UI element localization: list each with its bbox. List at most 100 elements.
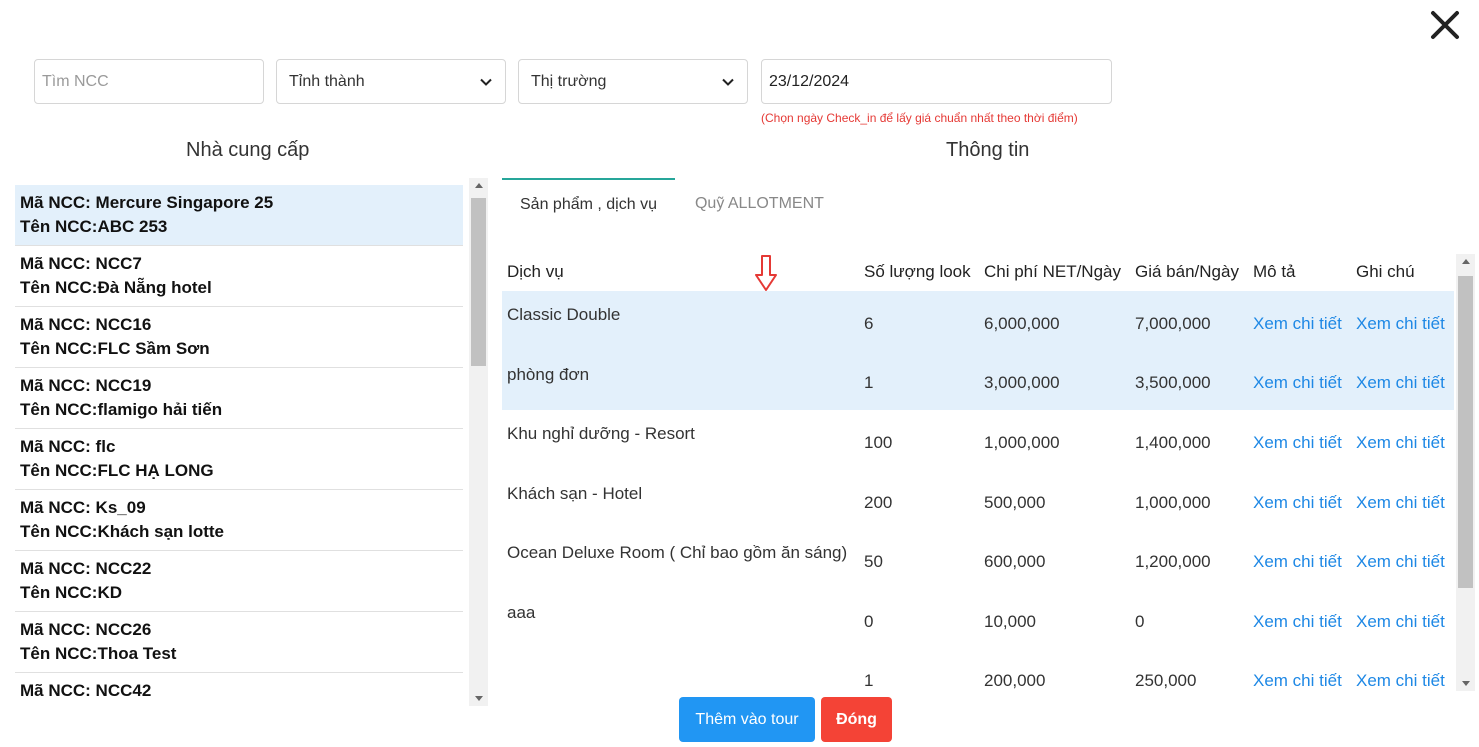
scroll-down-icon[interactable]: [1456, 677, 1475, 691]
scroll-down-icon[interactable]: [469, 692, 488, 706]
supplier-search-field[interactable]: [34, 59, 264, 104]
supplier-code: Mã NCC: Ks_09: [20, 498, 146, 517]
supplier-item[interactable]: Mã NCC: NCC26 Tên NCC:Thoa Test: [15, 612, 463, 673]
note-link[interactable]: Xem chi tiết: [1351, 529, 1454, 589]
close-icon[interactable]: [1428, 8, 1462, 42]
note-link[interactable]: Xem chi tiết: [1351, 649, 1454, 690]
tab-allotment[interactable]: Quỹ ALLOTMENT: [675, 178, 842, 230]
supplier-name: Tên NCC:ABC 253: [20, 217, 168, 236]
note-link[interactable]: Xem chi tiết: [1351, 410, 1454, 470]
service-name: phòng đơn: [502, 350, 859, 411]
supplier-name: Tên NCC:Khách sạn lotte: [20, 522, 225, 541]
service-name: Khu nghỉ dưỡng - Resort: [507, 424, 695, 444]
service-name: Ocean Deluxe Room ( Chỉ bao gồm ăn sáng): [507, 543, 848, 563]
header-note: Ghi chú: [1356, 261, 1415, 281]
services-table: Dịch vụ Số lượng look Chi phí NET/Ngày G…: [502, 252, 1454, 690]
service-qty: 6: [859, 291, 979, 351]
supplier-name: Tên NCC:flamigo hải tiến: [20, 400, 223, 419]
supplier-name: Tên NCC:Đà Nẵng hotel: [20, 278, 212, 297]
scrollbar-thumb[interactable]: [471, 198, 486, 366]
supplier-item[interactable]: Mã NCC: NCC16 Tên NCC:FLC Sầm Sơn: [15, 307, 463, 368]
scroll-up-icon[interactable]: [469, 178, 488, 192]
service-name: [502, 649, 859, 690]
description-link[interactable]: Xem chi tiết: [1248, 350, 1351, 411]
supplier-item[interactable]: Mã NCC: NCC19 Tên NCC:flamigo hải tiến: [15, 368, 463, 429]
service-qty: 100: [864, 432, 893, 452]
header-service: Dịch vụ: [507, 261, 564, 281]
supplier-item[interactable]: Mã NCC: NCC7 Tên NCC:Đà Nẵng hotel: [15, 246, 463, 307]
header-quantity: Số lượng look: [864, 261, 971, 281]
supplier-list: Mã NCC: Mercure Singapore 25 Tên NCC:ABC…: [15, 185, 463, 706]
supplier-code: Mã NCC: Mercure Singapore 25: [20, 193, 274, 212]
checkin-date-value: 23/12/2024: [769, 72, 850, 90]
supplier-item[interactable]: Mã NCC: Mercure Singapore 25 Tên NCC:ABC…: [15, 185, 463, 246]
table-row[interactable]: 1 200,000 250,000 Xem chi tiết Xem chi t…: [502, 649, 1454, 690]
service-qty: 200: [864, 492, 893, 512]
service-name: aaa: [507, 602, 536, 622]
supplier-code: Mã NCC: NCC42: [20, 681, 152, 700]
service-net: 10,000: [984, 611, 1036, 631]
supplier-item[interactable]: Mã NCC: NCC22 Tên NCC:KD: [15, 551, 463, 612]
table-row[interactable]: aaa 0 10,000 0 Xem chi tiết Xem chi tiết: [502, 589, 1454, 649]
service-name: Classic Double: [502, 291, 859, 351]
scroll-up-icon[interactable]: [1456, 254, 1475, 268]
description-link[interactable]: Xem chi tiết: [1248, 589, 1351, 649]
province-select[interactable]: Tỉnh thành: [276, 59, 506, 104]
header-net-cost: Chi phí NET/Ngày: [984, 261, 1121, 281]
service-net: 500,000: [984, 492, 1046, 512]
supplier-code: Mã NCC: NCC7: [20, 254, 142, 273]
service-qty: 0: [864, 611, 874, 631]
header-sale-price: Giá bán/Ngày: [1135, 261, 1239, 281]
services-table-scrollbar[interactable]: [1456, 254, 1475, 691]
service-price: 250,000: [1135, 671, 1197, 690]
supplier-name: Tên NCC:Thoa Test: [20, 644, 177, 663]
supplier-list-scrollbar[interactable]: [469, 178, 488, 706]
service-qty: 50: [864, 552, 883, 572]
supplier-search-input[interactable]: [42, 72, 256, 91]
service-net: 200,000: [984, 671, 1046, 690]
service-price: 0: [1135, 611, 1145, 631]
description-link[interactable]: Xem chi tiết: [1248, 649, 1351, 690]
table-row[interactable]: Khách sạn - Hotel 200 500,000 1,000,000 …: [502, 470, 1454, 530]
close-button[interactable]: Đóng: [821, 697, 892, 742]
supplier-item[interactable]: Mã NCC: flc Tên NCC:FLC HẠ LONG: [15, 429, 463, 490]
note-link[interactable]: Xem chi tiết: [1351, 291, 1454, 351]
supplier-panel-title: Nhà cung cấp: [186, 139, 310, 161]
service-qty: 1: [859, 350, 979, 411]
province-select-label: Tỉnh thành: [289, 72, 365, 90]
supplier-item[interactable]: Mã NCC: Ks_09 Tên NCC:Khách sạn lotte: [15, 490, 463, 551]
description-link[interactable]: Xem chi tiết: [1248, 410, 1351, 470]
service-net: 6,000,000: [979, 291, 1130, 351]
service-name: Khách sạn - Hotel: [507, 483, 643, 503]
service-price: 3,500,000: [1130, 350, 1248, 411]
info-tabs: Sản phẩm , dịch vụ Quỹ ALLOTMENT: [502, 178, 842, 230]
table-row[interactable]: Classic Double 6 6,000,000 7,000,000 Xem…: [502, 291, 1454, 351]
header-description: Mô tả: [1253, 261, 1296, 281]
table-row[interactable]: Ocean Deluxe Room ( Chỉ bao gồm ăn sáng)…: [502, 529, 1454, 589]
scrollbar-thumb[interactable]: [1458, 276, 1473, 588]
table-row[interactable]: phòng đơn 1 3,000,000 3,500,000 Xem chi …: [502, 350, 1454, 411]
tab-products-services[interactable]: Sản phẩm , dịch vụ: [502, 178, 675, 230]
market-select[interactable]: Thị trường: [518, 59, 748, 104]
description-link[interactable]: Xem chi tiết: [1248, 529, 1351, 589]
supplier-name: Tên NCC:FLC Sầm Sơn: [20, 339, 210, 358]
add-to-tour-button[interactable]: Thêm vào tour: [679, 697, 815, 742]
checkin-date-field[interactable]: 23/12/2024: [761, 59, 1112, 104]
supplier-code: Mã NCC: NCC19: [20, 376, 152, 395]
service-qty: 1: [864, 671, 874, 690]
description-link[interactable]: Xem chi tiết: [1248, 470, 1351, 530]
note-link[interactable]: Xem chi tiết: [1351, 589, 1454, 649]
supplier-code: Mã NCC: NCC16: [20, 315, 152, 334]
description-link[interactable]: Xem chi tiết: [1248, 291, 1351, 351]
note-link[interactable]: Xem chi tiết: [1351, 350, 1454, 411]
supplier-code: Mã NCC: NCC26: [20, 620, 152, 639]
chevron-down-icon: [480, 78, 492, 86]
supplier-item[interactable]: Mã NCC: NCC42: [15, 673, 463, 706]
date-hint: (Chọn ngày Check_in để lấy giá chuẩn nhấ…: [761, 111, 1078, 125]
supplier-name: Tên NCC:FLC HẠ LONG: [20, 461, 214, 480]
supplier-code: Mã NCC: NCC22: [20, 559, 152, 578]
note-link[interactable]: Xem chi tiết: [1351, 470, 1454, 530]
supplier-name: Tên NCC:KD: [20, 583, 122, 602]
table-row[interactable]: Khu nghỉ dưỡng - Resort 100 1,000,000 1,…: [502, 410, 1454, 470]
service-net: 600,000: [984, 552, 1046, 572]
